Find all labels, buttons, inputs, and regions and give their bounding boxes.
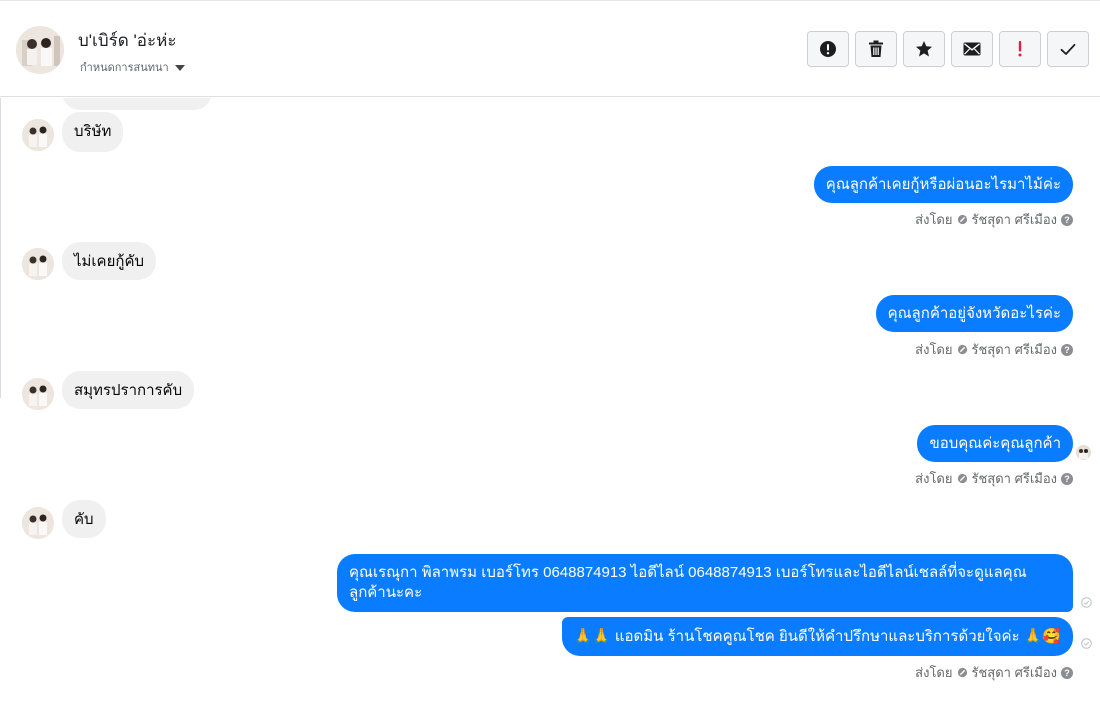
- conversation-header: บ'เบิร์ด 'อ่ะห่ะ กำหนดการสนทนา: [0, 0, 1100, 97]
- star-button[interactable]: [903, 31, 945, 67]
- flag-spam-button[interactable]: [999, 31, 1041, 67]
- block-icon: [957, 667, 967, 678]
- conversation-settings-label: กำหนดการสนทนา: [80, 62, 169, 74]
- contact-avatar[interactable]: [16, 26, 64, 74]
- contact-avatar-small: [22, 248, 54, 280]
- seen-avatar: [1076, 445, 1091, 460]
- report-button[interactable]: [807, 31, 849, 67]
- contact-avatar-photo: [16, 26, 64, 74]
- help-icon[interactable]: ?: [1061, 343, 1073, 356]
- incoming-message-bubble: บริษัท: [62, 112, 124, 152]
- contact-avatar-small: [22, 378, 54, 410]
- star-icon: [916, 41, 932, 57]
- sent-by-meta: ส่งโดย รัชสุดา ศรีเมือง ?: [915, 339, 1073, 360]
- help-icon[interactable]: ?: [1061, 666, 1073, 679]
- sent-by-agent[interactable]: รัชสุดา ศรีเมือง: [972, 209, 1058, 230]
- help-icon[interactable]: ?: [1061, 472, 1073, 485]
- incoming-message-bubble: ไม่เคยกู้คับ: [62, 242, 157, 280]
- contact-avatar-small: [22, 119, 54, 151]
- outgoing-message-bubble: คุณเรณุกา พิลาพรม เบอร์โทร 0648874913 ไอ…: [337, 554, 1073, 612]
- block-icon: [957, 214, 967, 225]
- contact-name: บ'เบิร์ด 'อ่ะห่ะ: [78, 31, 177, 50]
- check-icon: [1060, 43, 1076, 55]
- sent-by-meta: ส่งโดย รัชสุดา ศรีเมือง ?: [915, 209, 1073, 230]
- header-top-border: [0, 0, 1100, 1]
- exclamation-icon: [1018, 41, 1022, 57]
- sent-check-icon: [1081, 638, 1092, 649]
- delete-button[interactable]: [855, 31, 897, 67]
- envelope-icon: [963, 42, 981, 56]
- pray-emoji: 🙏🙏: [573, 627, 611, 645]
- sent-by-agent[interactable]: รัชสุดา ศรีเมือง: [972, 339, 1058, 360]
- conversation-settings-dropdown[interactable]: กำหนดการสนทนา: [80, 58, 185, 76]
- sent-by-label: ส่งโดย: [915, 471, 953, 486]
- sent-by-label: ส่งโดย: [915, 342, 953, 357]
- block-icon: [957, 344, 967, 355]
- outgoing-message-bubble: คุณลูกค้าเคยกู้หรือผ่อนอะไรมาไม้ค่ะ: [813, 166, 1073, 203]
- sent-by-agent[interactable]: รัชสุดา ศรีเมือง: [972, 662, 1058, 683]
- contact-avatar-small: [22, 507, 54, 539]
- pray-heart-emoji: 🙏🥰: [1023, 627, 1061, 645]
- outgoing-message-bubble: คุณลูกค้าอยู่จังหวัดอะไรค่ะ: [875, 295, 1073, 332]
- sent-by-label: ส่งโดย: [915, 665, 953, 680]
- exclamation-circle-icon: [820, 41, 836, 57]
- sent-by-agent[interactable]: รัชสุดา ศรีเมือง: [972, 468, 1058, 489]
- sent-by-meta: ส่งโดย รัชสุดา ศรีเมือง ?: [915, 468, 1073, 489]
- header-actions: [807, 31, 1089, 67]
- mark-done-button[interactable]: [1047, 31, 1089, 67]
- sent-check-icon: [1081, 597, 1092, 608]
- caret-down-icon: [174, 64, 185, 71]
- incoming-message-bubble: สมุทรปราการคับ: [62, 371, 195, 409]
- sent-by-label: ส่งโดย: [915, 212, 953, 227]
- incoming-message-bubble: คับ: [62, 500, 106, 538]
- outgoing-message-bubble: 🙏🙏 แอดมิน ร้านโชคคูณโชค ยินดีให้คำปรึกษา…: [561, 617, 1073, 656]
- block-icon: [957, 473, 967, 484]
- mark-unread-button[interactable]: [951, 31, 993, 67]
- message-text: แอดมิน ร้านโชคคูณโชค ยินดีให้คำปรึกษาและ…: [614, 627, 1020, 645]
- outgoing-message-bubble: ขอบคุณค่ะคุณลูกค้า: [917, 425, 1073, 462]
- help-icon[interactable]: ?: [1061, 213, 1073, 226]
- incoming-message-bubble-cutoff: [62, 98, 212, 110]
- trash-icon: [869, 40, 883, 57]
- message-thread[interactable]: บริษัท คุณลูกค้าเคยกู้หรือผ่อนอะไรมาไม้ค…: [0, 98, 1100, 711]
- sent-by-meta: ส่งโดย รัชสุดา ศรีเมือง ?: [915, 662, 1073, 683]
